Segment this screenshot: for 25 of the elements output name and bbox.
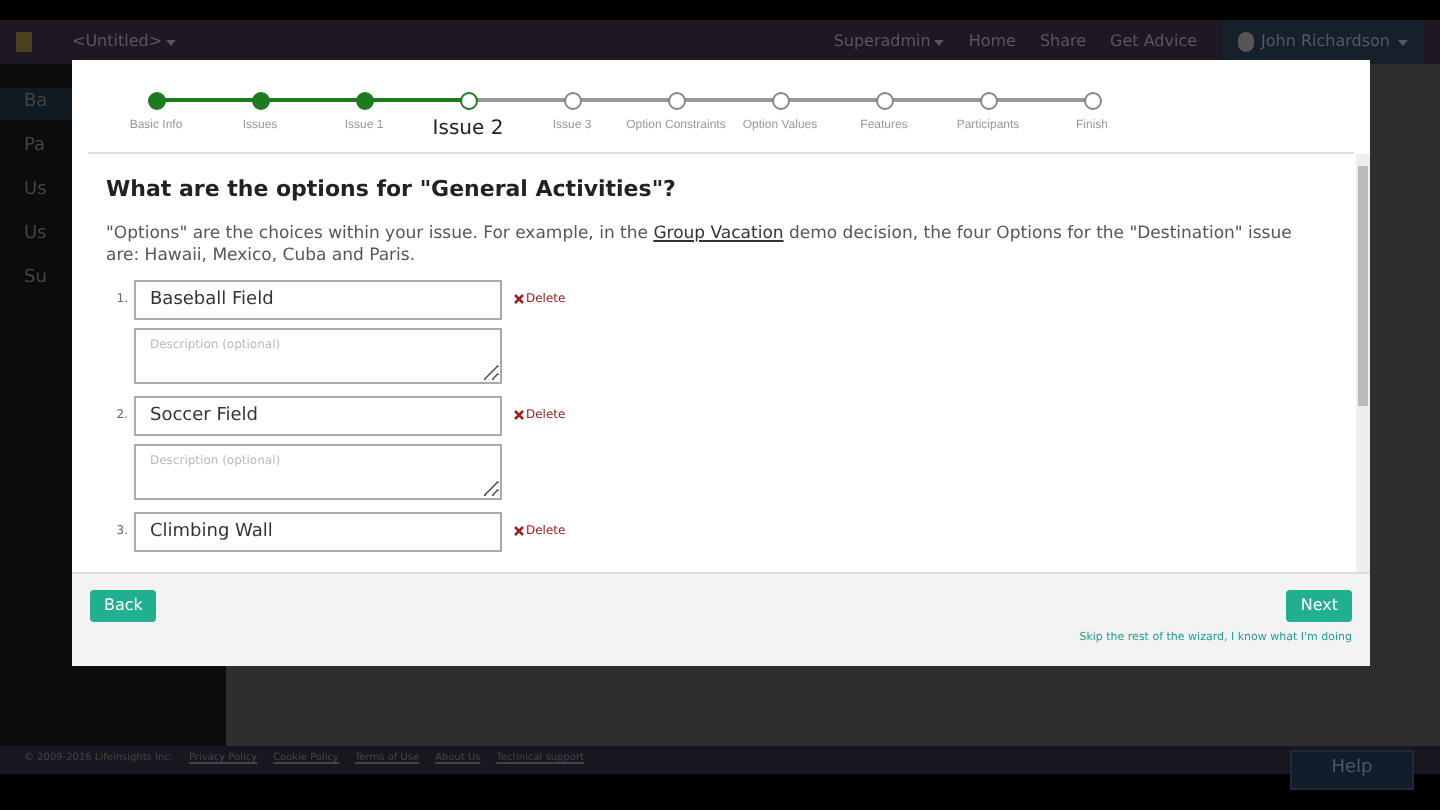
avatar-icon: [1237, 32, 1254, 52]
back-button[interactable]: Back: [90, 590, 157, 622]
close-icon: [514, 410, 524, 420]
intro-text: "Options" are the choices within your issue. For example, in the Group Vacation demo decision, the four Options for the "Destination" issue are: Hawaii, Mexico, Cuba and Paris.: [106, 223, 1294, 267]
option-input[interactable]: Climbing Wall: [134, 511, 502, 551]
demo-link[interactable]: Group Vacation: [653, 223, 784, 243]
nav-link[interactable]: Get Advice: [1110, 30, 1198, 54]
nav-link[interactable]: Superadmin: [833, 30, 945, 54]
close-icon: [514, 294, 524, 304]
nav-link[interactable]: Share: [1039, 30, 1087, 54]
help-button[interactable]: Help: [1290, 750, 1414, 790]
close-icon: [514, 526, 524, 536]
document-menu[interactable]: <Untitled>: [72, 30, 177, 54]
user-menu[interactable]: John Richardson: [1221, 20, 1424, 64]
caret-icon: [934, 39, 945, 45]
caret-icon: [1398, 39, 1408, 45]
scrollbar[interactable]: [1356, 154, 1370, 572]
option-input[interactable]: Soccer Field: [134, 395, 502, 435]
nav-link[interactable]: Home: [968, 30, 1016, 54]
next-button[interactable]: Next: [1286, 590, 1352, 622]
option-input[interactable]: Baseball Field: [134, 279, 502, 319]
dialog-heading: What are the options for "General Activities"?: [106, 174, 678, 206]
step-label[interactable]: Issue 2: [432, 114, 504, 144]
caret-icon: [166, 39, 177, 45]
scrollbar-thumb[interactable]: [1358, 166, 1368, 406]
